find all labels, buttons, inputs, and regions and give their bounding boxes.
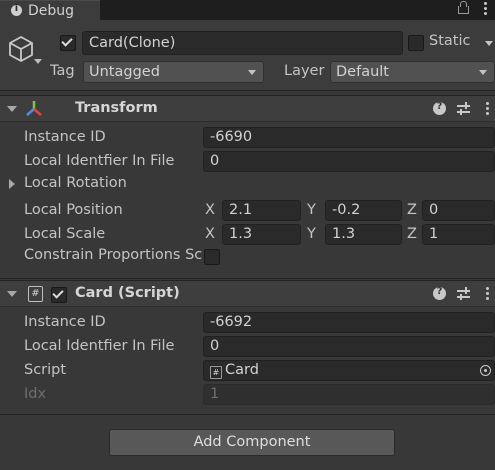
scale-y-field[interactable]: 1.3 xyxy=(325,224,402,245)
fold-arrow-icon[interactable] xyxy=(7,291,17,297)
transform-axes-icon xyxy=(26,101,42,116)
help-icon[interactable] xyxy=(433,286,446,300)
constrain-proportions-checkbox[interactable] xyxy=(204,249,220,265)
tag-value: Untagged xyxy=(89,64,160,80)
section-divider xyxy=(0,278,495,279)
position-z-label[interactable]: Z xyxy=(407,202,417,218)
layer-value: Default xyxy=(336,64,389,80)
script-local-identifier-field[interactable]: 0 xyxy=(203,336,495,357)
layer-label: Layer xyxy=(284,63,325,79)
help-icon[interactable] xyxy=(433,101,446,115)
gameobject-cube-icon xyxy=(9,35,33,63)
local-rotation-label[interactable]: Local Rotation xyxy=(24,175,127,191)
local-identifier-field[interactable]: 0 xyxy=(203,151,495,172)
script-enabled-checkbox[interactable] xyxy=(51,287,67,303)
expand-arrow-icon[interactable] xyxy=(9,179,15,189)
position-x-field[interactable]: 2.1 xyxy=(222,200,301,221)
local-position-label: Local Position xyxy=(24,202,123,218)
script-hash-icon: # xyxy=(28,286,43,302)
scale-y-label[interactable]: Y xyxy=(307,226,316,242)
lock-icon[interactable] xyxy=(458,1,469,14)
local-identifier-label: Local Identfier In File xyxy=(24,153,175,169)
scale-x-label[interactable]: X xyxy=(205,226,215,242)
tab-debug[interactable]: Debug xyxy=(0,0,100,21)
scale-x-field[interactable]: 1.3 xyxy=(222,224,301,245)
position-y-label[interactable]: Y xyxy=(307,202,316,218)
tag-dropdown[interactable]: Untagged xyxy=(83,61,264,83)
instance-id-label: Instance ID xyxy=(24,129,106,145)
local-scale-label: Local Scale xyxy=(24,226,106,242)
script-value: Card xyxy=(225,362,259,378)
active-checkbox[interactable] xyxy=(60,35,76,51)
add-component-button[interactable]: Add Component xyxy=(109,429,395,456)
idx-field: 1 xyxy=(203,384,495,405)
script-hash-icon: # xyxy=(210,366,222,379)
script-local-identifier-label: Local Identfier In File xyxy=(24,338,175,354)
object-name-input[interactable]: Card(Clone) xyxy=(82,31,403,55)
position-x-label[interactable]: X xyxy=(205,202,215,218)
script-instance-id-field[interactable]: -6692 xyxy=(203,312,495,333)
idx-label: Idx xyxy=(24,386,47,402)
script-object-field[interactable]: # Card xyxy=(203,360,495,381)
layer-dropdown[interactable]: Default xyxy=(330,61,495,83)
object-picker-icon[interactable] xyxy=(480,365,491,376)
position-y-field[interactable]: -0.2 xyxy=(325,200,402,221)
scale-z-label[interactable]: Z xyxy=(407,226,417,242)
icon-dropdown-caret-icon[interactable] xyxy=(34,59,42,64)
constrain-proportions-label: Constrain Proportions Sc xyxy=(24,247,203,263)
card-script-header[interactable]: # Card (Script) xyxy=(0,280,495,307)
section-divider xyxy=(0,414,495,415)
scale-z-field[interactable]: 1 xyxy=(422,224,495,245)
tab-title: Debug xyxy=(28,3,75,19)
chevron-down-icon xyxy=(479,70,487,75)
kebab-menu-icon[interactable] xyxy=(484,2,487,17)
card-script-title: Card (Script) xyxy=(75,285,180,301)
preset-sliders-icon[interactable] xyxy=(457,287,470,300)
transform-header[interactable]: Transform xyxy=(0,95,495,122)
kebab-menu-icon[interactable] xyxy=(486,102,489,117)
static-checkbox[interactable] xyxy=(408,35,424,51)
script-instance-id-label: Instance ID xyxy=(24,314,106,330)
transform-title: Transform xyxy=(75,100,158,116)
position-z-field[interactable]: 0 xyxy=(422,200,495,221)
static-label: Static xyxy=(429,33,471,49)
tag-label: Tag xyxy=(50,63,75,79)
static-dropdown-caret-icon[interactable] xyxy=(485,41,493,46)
info-icon xyxy=(11,3,22,16)
kebab-menu-icon[interactable] xyxy=(486,287,489,302)
script-label: Script xyxy=(24,362,67,378)
fold-arrow-icon[interactable] xyxy=(7,106,17,112)
preset-sliders-icon[interactable] xyxy=(457,102,470,115)
instance-id-field[interactable]: -6690 xyxy=(203,127,495,148)
chevron-down-icon xyxy=(248,70,256,75)
